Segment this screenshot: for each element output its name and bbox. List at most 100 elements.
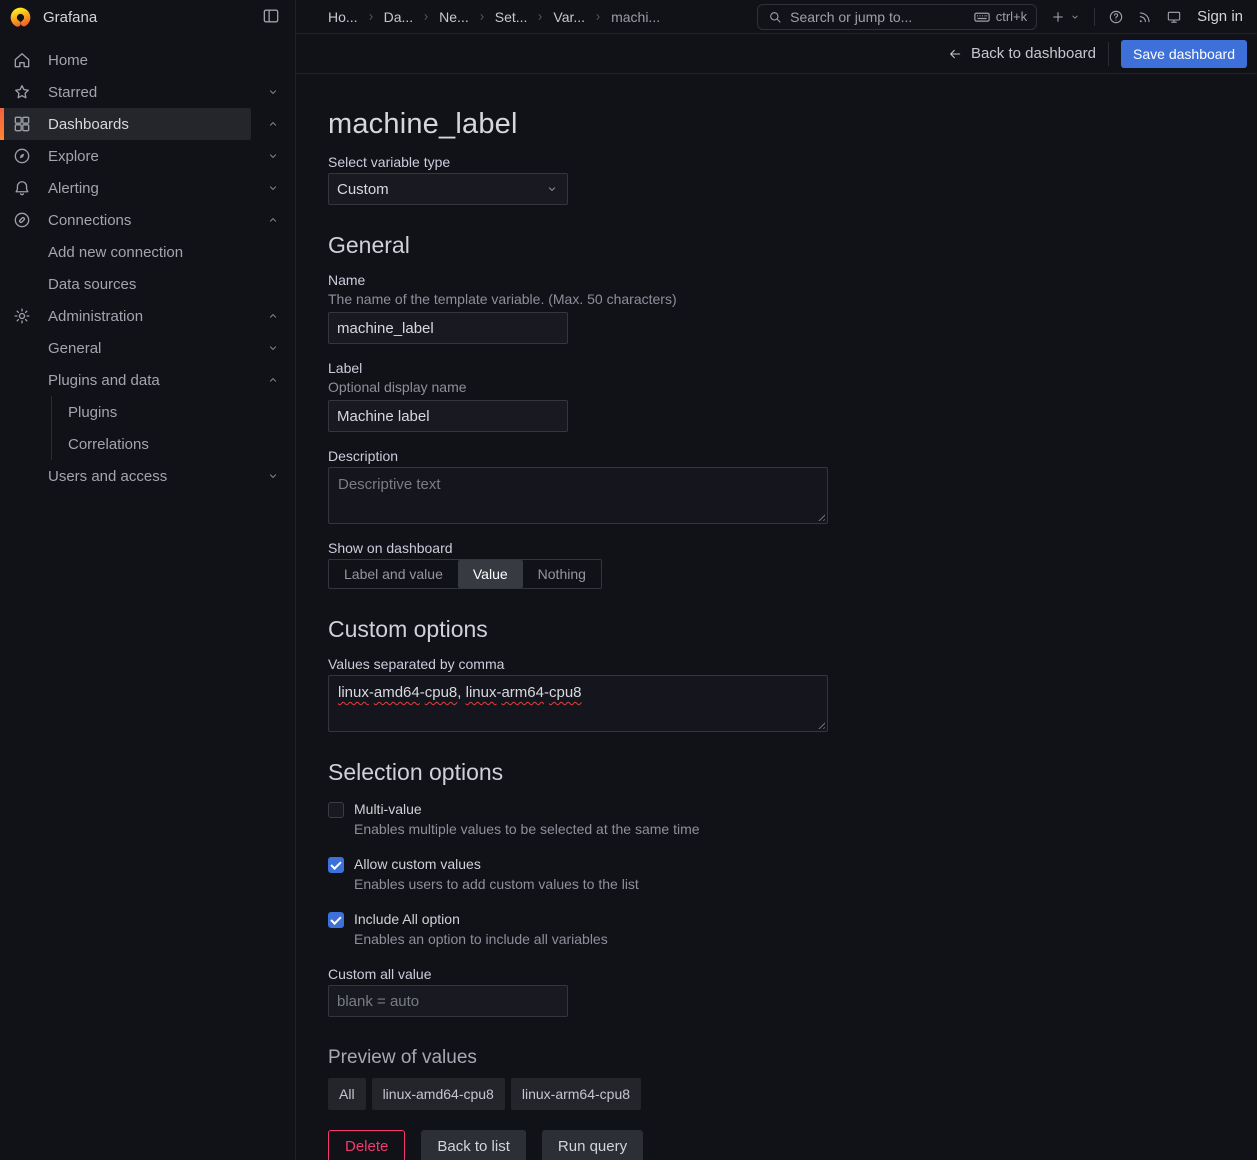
- display-mode-button[interactable]: [1166, 9, 1182, 25]
- top-navigation: Ho...Da...Ne...Set...Var...machi... Sear…: [296, 0, 1257, 34]
- include-all-option-checkbox[interactable]: [328, 912, 344, 928]
- breadcrumb-item[interactable]: Ne...: [439, 9, 469, 25]
- checkbox-label: Include All option: [354, 911, 608, 927]
- breadcrumb-item[interactable]: Da...: [384, 9, 414, 25]
- search-input[interactable]: Search or jump to... ctrl+k: [757, 4, 1037, 30]
- custom-options-heading: Custom options: [328, 616, 1257, 643]
- chevron-right-icon: [420, 11, 432, 23]
- show-on-dashboard-label: Show on dashboard: [328, 540, 1257, 556]
- sidebar-item-plugins-and-data: Plugins and data: [0, 364, 295, 396]
- chevron-down-icon: [545, 182, 559, 196]
- sidebar-link-administration[interactable]: Administration: [0, 300, 251, 332]
- custom-values-text: amd64: [374, 684, 420, 701]
- variable-type-select[interactable]: Custom: [328, 173, 568, 205]
- delete-button[interactable]: Delete: [328, 1130, 405, 1160]
- sidebar-link-general[interactable]: General: [0, 332, 251, 364]
- search-icon: [767, 9, 783, 25]
- variable-type-value: Custom: [337, 181, 545, 198]
- sidebar-link-plugins-and-data[interactable]: Plugins and data: [0, 364, 251, 396]
- checkbox-description: Enables users to add custom values to th…: [354, 876, 639, 892]
- radio-option-label-and-value[interactable]: Label and value: [329, 560, 458, 588]
- keyboard-icon: [973, 8, 991, 26]
- sign-in-button[interactable]: Sign in: [1197, 8, 1243, 25]
- sidebar-toggle-general[interactable]: [251, 332, 295, 364]
- back-to-list-button[interactable]: Back to list: [421, 1130, 526, 1160]
- plus-icon: [1050, 9, 1066, 25]
- sidebar-item-label: Plugins: [68, 404, 117, 421]
- chevron-down-icon: [266, 181, 280, 195]
- sidebar-link-explore[interactable]: Explore: [0, 140, 251, 172]
- sidebar-link-dashboards[interactable]: Dashboards: [0, 108, 251, 140]
- sidebar-link-starred[interactable]: Starred: [0, 76, 251, 108]
- radio-option-nothing[interactable]: Nothing: [523, 560, 601, 588]
- grafana-app: Grafana HomeStarredDashboards Explore Aler…: [0, 0, 1257, 1160]
- allow-custom-values-checkbox[interactable]: [328, 857, 344, 873]
- checkbox-row-include-all-option: Include All optionEnables an option to i…: [328, 911, 1257, 947]
- back-to-dashboard-label: Back to dashboard: [971, 45, 1096, 62]
- sidebar-item-label: Connections: [48, 212, 131, 229]
- news-button[interactable]: [1137, 9, 1153, 25]
- chevron-down-icon: [1069, 11, 1081, 23]
- checkbox-row-multi-value: Multi-valueEnables multiple values to be…: [328, 801, 1257, 837]
- help-button[interactable]: [1108, 9, 1124, 25]
- sidebar-toggle-explore[interactable]: [251, 140, 295, 172]
- chevron-right-icon: [592, 11, 604, 23]
- preview-chip: linux-arm64-cpu8: [511, 1078, 641, 1110]
- shortcut-text: ctrl+k: [996, 9, 1027, 24]
- breadcrumb-item[interactable]: Var...: [553, 9, 585, 25]
- sidebar-link-plugins[interactable]: Plugins: [0, 396, 295, 428]
- nav-menu: HomeStarredDashboards Explore Alerting Conn…: [0, 34, 295, 492]
- sidebar-item-alerting: Alerting: [0, 172, 295, 204]
- breadcrumb: Ho...Da...Ne...Set...Var...machi...: [328, 9, 744, 25]
- label-input[interactable]: [328, 400, 568, 432]
- values-label: Values separated by comma: [328, 656, 1257, 672]
- name-input[interactable]: [328, 312, 568, 344]
- save-dashboard-button[interactable]: Save dashboard: [1121, 40, 1247, 68]
- sidebar-link-connections[interactable]: Connections: [0, 204, 251, 236]
- sidebar-link-add-new-connection[interactable]: Add new connection: [0, 236, 295, 268]
- breadcrumb-item[interactable]: Set...: [495, 9, 528, 25]
- sidebar-item-correlations: Correlations: [0, 428, 295, 460]
- new-menu-button[interactable]: [1050, 9, 1081, 25]
- sidebar-toggle-administration[interactable]: [251, 300, 295, 332]
- custom-values-text: arm64: [501, 684, 544, 701]
- sidebar-item-label: Explore: [48, 148, 99, 165]
- chevron-down-icon: [266, 469, 280, 483]
- label-description: Optional display name: [328, 379, 1257, 395]
- sidebar-link-correlations[interactable]: Correlations: [0, 428, 295, 460]
- description-input[interactable]: Descriptive text: [328, 467, 828, 524]
- chevron-right-icon: [534, 11, 546, 23]
- main-area: Ho...Da...Ne...Set...Var...machi... Sear…: [296, 0, 1257, 1160]
- sidebar-link-alerting[interactable]: Alerting: [0, 172, 251, 204]
- breadcrumb-item[interactable]: Ho...: [328, 9, 358, 25]
- sidebar-link-data-sources[interactable]: Data sources: [0, 268, 295, 300]
- custom-values-input[interactable]: linux-amd64-cpu8, linux-arm64-cpu8: [328, 675, 828, 732]
- sidebar-toggle-connections[interactable]: [251, 204, 295, 236]
- bell-icon: [12, 178, 32, 198]
- run-query-button[interactable]: Run query: [542, 1130, 643, 1160]
- sidebar-toggle-plugins-and-data[interactable]: [251, 364, 295, 396]
- chevron-right-icon: [365, 11, 377, 23]
- sidebar-item-plugins: Plugins: [0, 396, 295, 428]
- collapse-menu-button[interactable]: [261, 6, 281, 29]
- sidebar-link-home[interactable]: Home: [0, 44, 295, 76]
- sidebar-toggle-users-and-access[interactable]: [251, 460, 295, 492]
- sidebar-item-administration: Administration: [0, 300, 295, 332]
- sidebar-item-add-new-connection: Add new connection: [0, 236, 295, 268]
- checkbox-label: Allow custom values: [354, 856, 639, 872]
- chevron-right-icon: [476, 11, 488, 23]
- sidebar-toggle-alerting[interactable]: [251, 172, 295, 204]
- custom-all-value-input[interactable]: [328, 985, 568, 1017]
- name-description: The name of the template variable. (Max.…: [328, 291, 1257, 307]
- description-label: Description: [328, 448, 1257, 464]
- back-to-dashboard-button[interactable]: Back to dashboard: [947, 45, 1096, 62]
- custom-values-text: linux: [338, 684, 369, 701]
- multi-value-checkbox[interactable]: [328, 802, 344, 818]
- chevron-down-icon: [266, 341, 280, 355]
- sidebar-toggle-starred[interactable]: [251, 76, 295, 108]
- brand-name: Grafana: [43, 9, 97, 26]
- sidebar-link-users-and-access[interactable]: Users and access: [0, 460, 251, 492]
- radio-option-value[interactable]: Value: [458, 560, 523, 588]
- page-title: machine_label: [328, 108, 1257, 141]
- sidebar-toggle-dashboards[interactable]: [251, 108, 295, 140]
